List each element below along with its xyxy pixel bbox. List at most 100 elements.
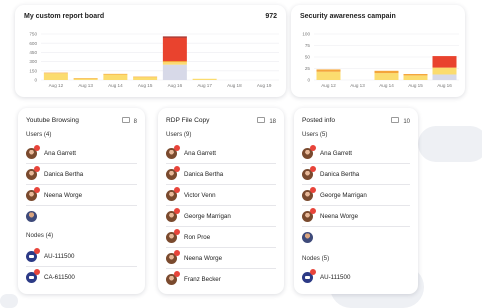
y-tick-label: 150: [29, 68, 37, 73]
y-tick-label: 450: [29, 50, 37, 55]
rdp-file-copy-card[interactable]: RDP File Copy 18 Users (9) Ana Garrett Da…: [158, 108, 284, 294]
x-tick-label: Aug 19: [257, 83, 272, 88]
user-row[interactable]: Ana Garrett: [166, 144, 216, 162]
report-board-chart: 0 150 300 450 600 750 Aug 12 Aug 13 Aug 14 Aug 15…: [29, 32, 279, 88]
posted-info-card[interactable]: Posted info 10 Users (5) Ana Garrett Dani…: [294, 108, 418, 294]
users-label: Users (9): [166, 131, 192, 138]
avatar: [302, 231, 313, 243]
bar-segment[interactable]: [162, 36, 187, 38]
bar-segment[interactable]: [192, 78, 217, 80]
user-row[interactable]: Ron Proe: [166, 228, 210, 246]
bar-segment[interactable]: [103, 73, 128, 75]
user-row[interactable]: Ana Garrett: [26, 144, 76, 162]
bar-segment[interactable]: [133, 76, 158, 78]
row-divider: [302, 163, 410, 164]
bar-segment[interactable]: [162, 37, 187, 61]
user-row[interactable]: Neena Worge: [166, 249, 222, 267]
y-tick-label: 25: [305, 66, 311, 71]
bar-segment[interactable]: [162, 62, 187, 65]
row-divider: [26, 163, 137, 164]
user-row[interactable]: Danica Bertha: [26, 165, 83, 183]
user-row[interactable]: [26, 207, 44, 225]
avatar: [166, 270, 180, 285]
rdp-file-copy-title: RDP File Copy: [166, 117, 210, 124]
bar-segment[interactable]: [432, 74, 457, 80]
posted-info-title: Posted info: [302, 117, 335, 124]
bar-segment[interactable]: [103, 74, 128, 80]
node-row[interactable]: AU-111500: [302, 268, 350, 286]
youtube-browsing-card[interactable]: Youtube Browsing 8 Users (4) Ana Garrett…: [18, 108, 145, 294]
bar-segment[interactable]: [133, 76, 158, 80]
count-value: 18: [269, 119, 276, 125]
alert-badge-icon: [174, 270, 180, 277]
bar-segment[interactable]: [403, 75, 428, 80]
bar-segment[interactable]: [432, 67, 457, 75]
node-icon: [302, 268, 316, 283]
row-divider: [166, 184, 276, 185]
bar-segment[interactable]: [73, 78, 98, 79]
user-row[interactable]: Franz Becker: [166, 270, 221, 288]
user-row[interactable]: [302, 228, 320, 246]
user-row[interactable]: Danica Bertha: [302, 165, 359, 183]
y-tick-label: 0: [34, 78, 37, 83]
user-name: Franz Becker: [184, 275, 221, 283]
user-name: Danica Bertha: [44, 170, 84, 178]
node-row[interactable]: AU-111500: [26, 247, 74, 265]
user-row[interactable]: George Marrigan: [302, 186, 367, 204]
avatar: [166, 186, 180, 201]
row-divider: [26, 184, 137, 185]
bar-segment[interactable]: [316, 69, 341, 72]
user-name: Danica Bertha: [184, 170, 224, 178]
report-board-card[interactable]: My custom report board 972 0 150 300 450 600…: [15, 5, 286, 97]
row-divider: [166, 226, 276, 227]
alert-badge-icon: [174, 144, 180, 151]
user-name: Danica Bertha: [320, 170, 360, 178]
security-campaign-card[interactable]: Security awareness campain 0 25 50 75 100 Aug…: [291, 5, 465, 97]
bar-segment[interactable]: [162, 64, 187, 80]
user-name: George Marrigan: [320, 191, 367, 199]
row-divider: [26, 266, 137, 267]
bar-segment[interactable]: [43, 72, 68, 74]
user-row[interactable]: Ana Garrett: [302, 144, 352, 162]
x-tick-label: Aug 16: [437, 83, 452, 88]
row-divider: [166, 268, 276, 269]
alert-badge-icon: [310, 186, 316, 193]
node-icon: [26, 268, 40, 283]
avatar: [302, 207, 316, 222]
bar-segment[interactable]: [432, 56, 457, 68]
row-divider: [302, 205, 410, 206]
bar-segment[interactable]: [403, 74, 428, 76]
avatar: [166, 249, 180, 264]
avatar: [302, 165, 316, 180]
user-row[interactable]: Danica Bertha: [166, 165, 223, 183]
alert-badge-icon: [174, 186, 180, 193]
bar-segment[interactable]: [374, 70, 399, 74]
alert-badge-icon: [310, 268, 316, 275]
node-row[interactable]: CA-611500: [26, 268, 75, 286]
avatar: [166, 207, 180, 222]
user-name: Neena Worge: [184, 254, 223, 262]
count-value: 8: [133, 119, 137, 125]
nodes-label: Nodes (5): [302, 255, 330, 262]
user-row[interactable]: Victor Venn: [166, 186, 216, 204]
bar-segment[interactable]: [316, 71, 341, 80]
user-row[interactable]: Neena Worge: [26, 186, 82, 204]
x-tick-label: Aug 12: [321, 83, 336, 88]
bar-segment[interactable]: [162, 60, 187, 63]
bar-segment[interactable]: [43, 73, 68, 80]
y-tick-label: 75: [305, 43, 311, 48]
user-name: Victor Venn: [184, 191, 216, 199]
decorative-blob-right: [418, 126, 482, 162]
avatar: [166, 165, 180, 180]
x-tick-label: Aug 13: [350, 83, 365, 88]
user-name: Neena Worge: [320, 212, 359, 220]
user-row[interactable]: George Marrigan: [166, 207, 231, 225]
avatar: [26, 165, 40, 180]
bar-segment[interactable]: [374, 73, 399, 80]
alert-badge-icon: [310, 165, 316, 172]
x-tick-label: Aug 12: [49, 83, 64, 88]
screen-icon: [391, 117, 400, 123]
bar-segment[interactable]: [73, 78, 98, 80]
user-row[interactable]: Neena Worge: [302, 207, 358, 225]
user-name: Ana Garrett: [44, 149, 76, 157]
